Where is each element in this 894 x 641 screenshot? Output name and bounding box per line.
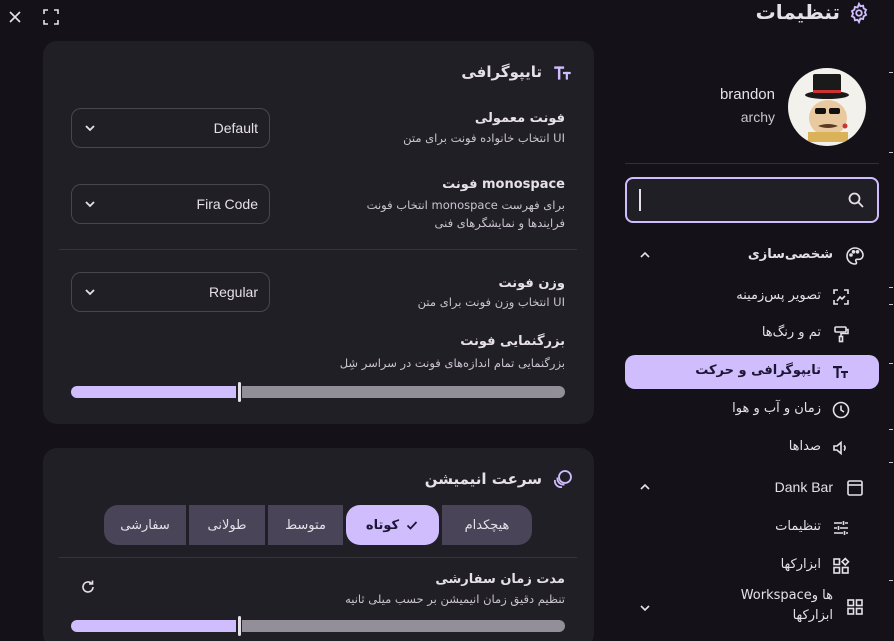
search-input[interactable] bbox=[637, 189, 837, 211]
scrollbar[interactable] bbox=[887, 0, 894, 641]
grid-icon bbox=[847, 599, 863, 615]
gear-icon bbox=[848, 1, 870, 25]
sidebar-group-workspaces-widgets[interactable]: Workspaceها و ابزارکها bbox=[625, 588, 879, 628]
sidebar-item-label: شخصی‌سازی bbox=[747, 247, 833, 262]
dropdown-value: Regular bbox=[208, 284, 258, 300]
avatar bbox=[788, 68, 866, 146]
segment-label: سفارشی bbox=[120, 517, 170, 533]
slider-track bbox=[242, 386, 565, 398]
setting-description: بزرگنمایی تمام اندازه‌های فونت در سراسر … bbox=[339, 356, 565, 370]
setting-title: مدت زمان سفارشی bbox=[435, 572, 565, 587]
segment-custom[interactable]: سفارشی bbox=[104, 505, 186, 545]
setting-title: بزرگنمایی فونت bbox=[460, 334, 565, 349]
slider-track bbox=[242, 620, 565, 632]
page-title: تنظیمات bbox=[755, 0, 840, 24]
reset-icon[interactable] bbox=[79, 578, 97, 596]
dropdown-value: Fira Code bbox=[196, 196, 258, 212]
segment-label: هیچکدام bbox=[464, 517, 510, 533]
sidebar-item-label: تصویر پس‌زمینه bbox=[736, 288, 821, 303]
section-title: سرعت انیمیشن bbox=[424, 470, 542, 488]
normal-font-dropdown[interactable]: Default bbox=[71, 108, 270, 148]
volume-icon bbox=[833, 440, 846, 456]
slider-fill bbox=[71, 620, 236, 632]
sidebar-item-label: Workspaceها و bbox=[740, 588, 833, 603]
dropdown-value: Default bbox=[213, 120, 258, 136]
sidebar-item-widgets[interactable]: ابزارکها bbox=[625, 549, 879, 583]
divider bbox=[59, 557, 577, 558]
sidebar-item-label: تایپوگرافی و حرکت bbox=[695, 363, 821, 378]
chevron-down-icon bbox=[85, 125, 95, 132]
sidebar-item-sounds[interactable]: صداها bbox=[625, 431, 879, 465]
fullscreen-icon bbox=[43, 9, 59, 25]
setting-title: وزن فونت bbox=[498, 276, 566, 291]
segment-long[interactable]: طولانی bbox=[189, 505, 265, 545]
sidebar-item-label: ابزارکها bbox=[780, 557, 821, 572]
segment-short[interactable]: کوتاه bbox=[346, 505, 439, 545]
mono-font-dropdown[interactable]: Fira Code bbox=[71, 184, 270, 224]
sidebar-item-label-line2: ابزارکها bbox=[792, 608, 833, 623]
sidebar-item-wallpaper[interactable]: تصویر پس‌زمینه bbox=[625, 280, 879, 314]
slider-handle[interactable] bbox=[238, 616, 241, 636]
setting-description: انتخاب فونت monospace برای فهرست bbox=[366, 198, 565, 212]
widgets-icon bbox=[833, 557, 850, 574]
segment-none[interactable]: هیچکدام bbox=[442, 505, 532, 545]
text-fields-icon bbox=[554, 66, 571, 80]
segment-label: کوتاه bbox=[365, 517, 400, 533]
sidebar-item-theme-colors[interactable]: تم و رنگ‌ها bbox=[625, 317, 879, 351]
profile-username: archy bbox=[740, 109, 775, 125]
slider-handle[interactable] bbox=[238, 382, 241, 402]
sidebar-item-label: تم و رنگ‌ها bbox=[761, 325, 821, 340]
check-icon bbox=[406, 521, 418, 530]
sidebar-item-label: زمان و آب و هوا bbox=[732, 401, 821, 416]
setting-description: انتخاب خانواده فونت برای متن UI bbox=[403, 131, 565, 145]
tune-icon bbox=[834, 521, 848, 535]
text-caret bbox=[639, 189, 641, 211]
chevron-down-icon bbox=[640, 605, 650, 612]
sidebar-group-dank-bar[interactable]: Dank Bar bbox=[625, 471, 879, 505]
setting-title: فونت monospace bbox=[442, 177, 565, 192]
divider bbox=[59, 249, 577, 250]
sidebar-item-typography-motion[interactable]: تایپوگرافی و حرکت bbox=[625, 355, 879, 389]
section-title: تایپوگرافی bbox=[461, 63, 542, 81]
close-button[interactable] bbox=[4, 6, 26, 28]
font-scale-slider[interactable] bbox=[71, 382, 565, 402]
profile-name: brandon bbox=[719, 86, 775, 103]
setting-title: فونت معمولی bbox=[474, 111, 565, 126]
search-field[interactable] bbox=[625, 177, 879, 223]
palette-icon bbox=[846, 247, 864, 265]
clock-icon bbox=[832, 401, 850, 419]
segment-label: طولانی bbox=[207, 517, 247, 533]
animation-duration-slider[interactable] bbox=[71, 616, 565, 636]
wallpaper-icon bbox=[833, 289, 849, 305]
typography-card: تایپوگرافی فونت معمولی انتخاب خانواده فو… bbox=[43, 41, 594, 424]
setting-description: تنظیم دقیق زمان انیمیشن بر حسب میلی ثانی… bbox=[345, 592, 565, 606]
paint-roller-icon bbox=[834, 326, 849, 343]
search-icon[interactable] bbox=[847, 191, 865, 209]
divider bbox=[625, 163, 879, 164]
setting-description: انتخاب وزن فونت برای متن UI bbox=[417, 295, 565, 309]
dank-bar-icon bbox=[847, 480, 863, 496]
slider-fill bbox=[71, 386, 236, 398]
sidebar-item-label: تنظیمات bbox=[775, 519, 821, 534]
segment-label: متوسط bbox=[285, 517, 326, 533]
sidebar-item-label: صداها bbox=[788, 439, 821, 454]
fullscreen-button[interactable] bbox=[40, 6, 62, 28]
text-fields-icon bbox=[833, 366, 848, 378]
close-icon bbox=[9, 11, 21, 23]
segment-medium[interactable]: متوسط bbox=[268, 505, 343, 545]
sidebar-item-label: Dank Bar bbox=[774, 479, 833, 495]
chevron-up-icon bbox=[640, 251, 650, 258]
sidebar-item-time-weather[interactable]: زمان و آب و هوا bbox=[625, 393, 879, 427]
animation-card: سرعت انیمیشن هیچکدام کوتاه متوسط طولانی … bbox=[43, 448, 594, 641]
chevron-down-icon bbox=[85, 289, 95, 296]
chevron-down-icon bbox=[85, 201, 95, 208]
setting-description-line2: فرایندها و نمایشگرهای فنی bbox=[434, 216, 565, 230]
animation-icon bbox=[554, 470, 572, 488]
sidebar-item-bar-settings[interactable]: تنظیمات bbox=[625, 511, 879, 545]
font-weight-dropdown[interactable]: Regular bbox=[71, 272, 270, 312]
chevron-up-icon bbox=[640, 483, 650, 490]
sidebar-group-personalization[interactable]: شخصی‌سازی bbox=[625, 239, 879, 273]
